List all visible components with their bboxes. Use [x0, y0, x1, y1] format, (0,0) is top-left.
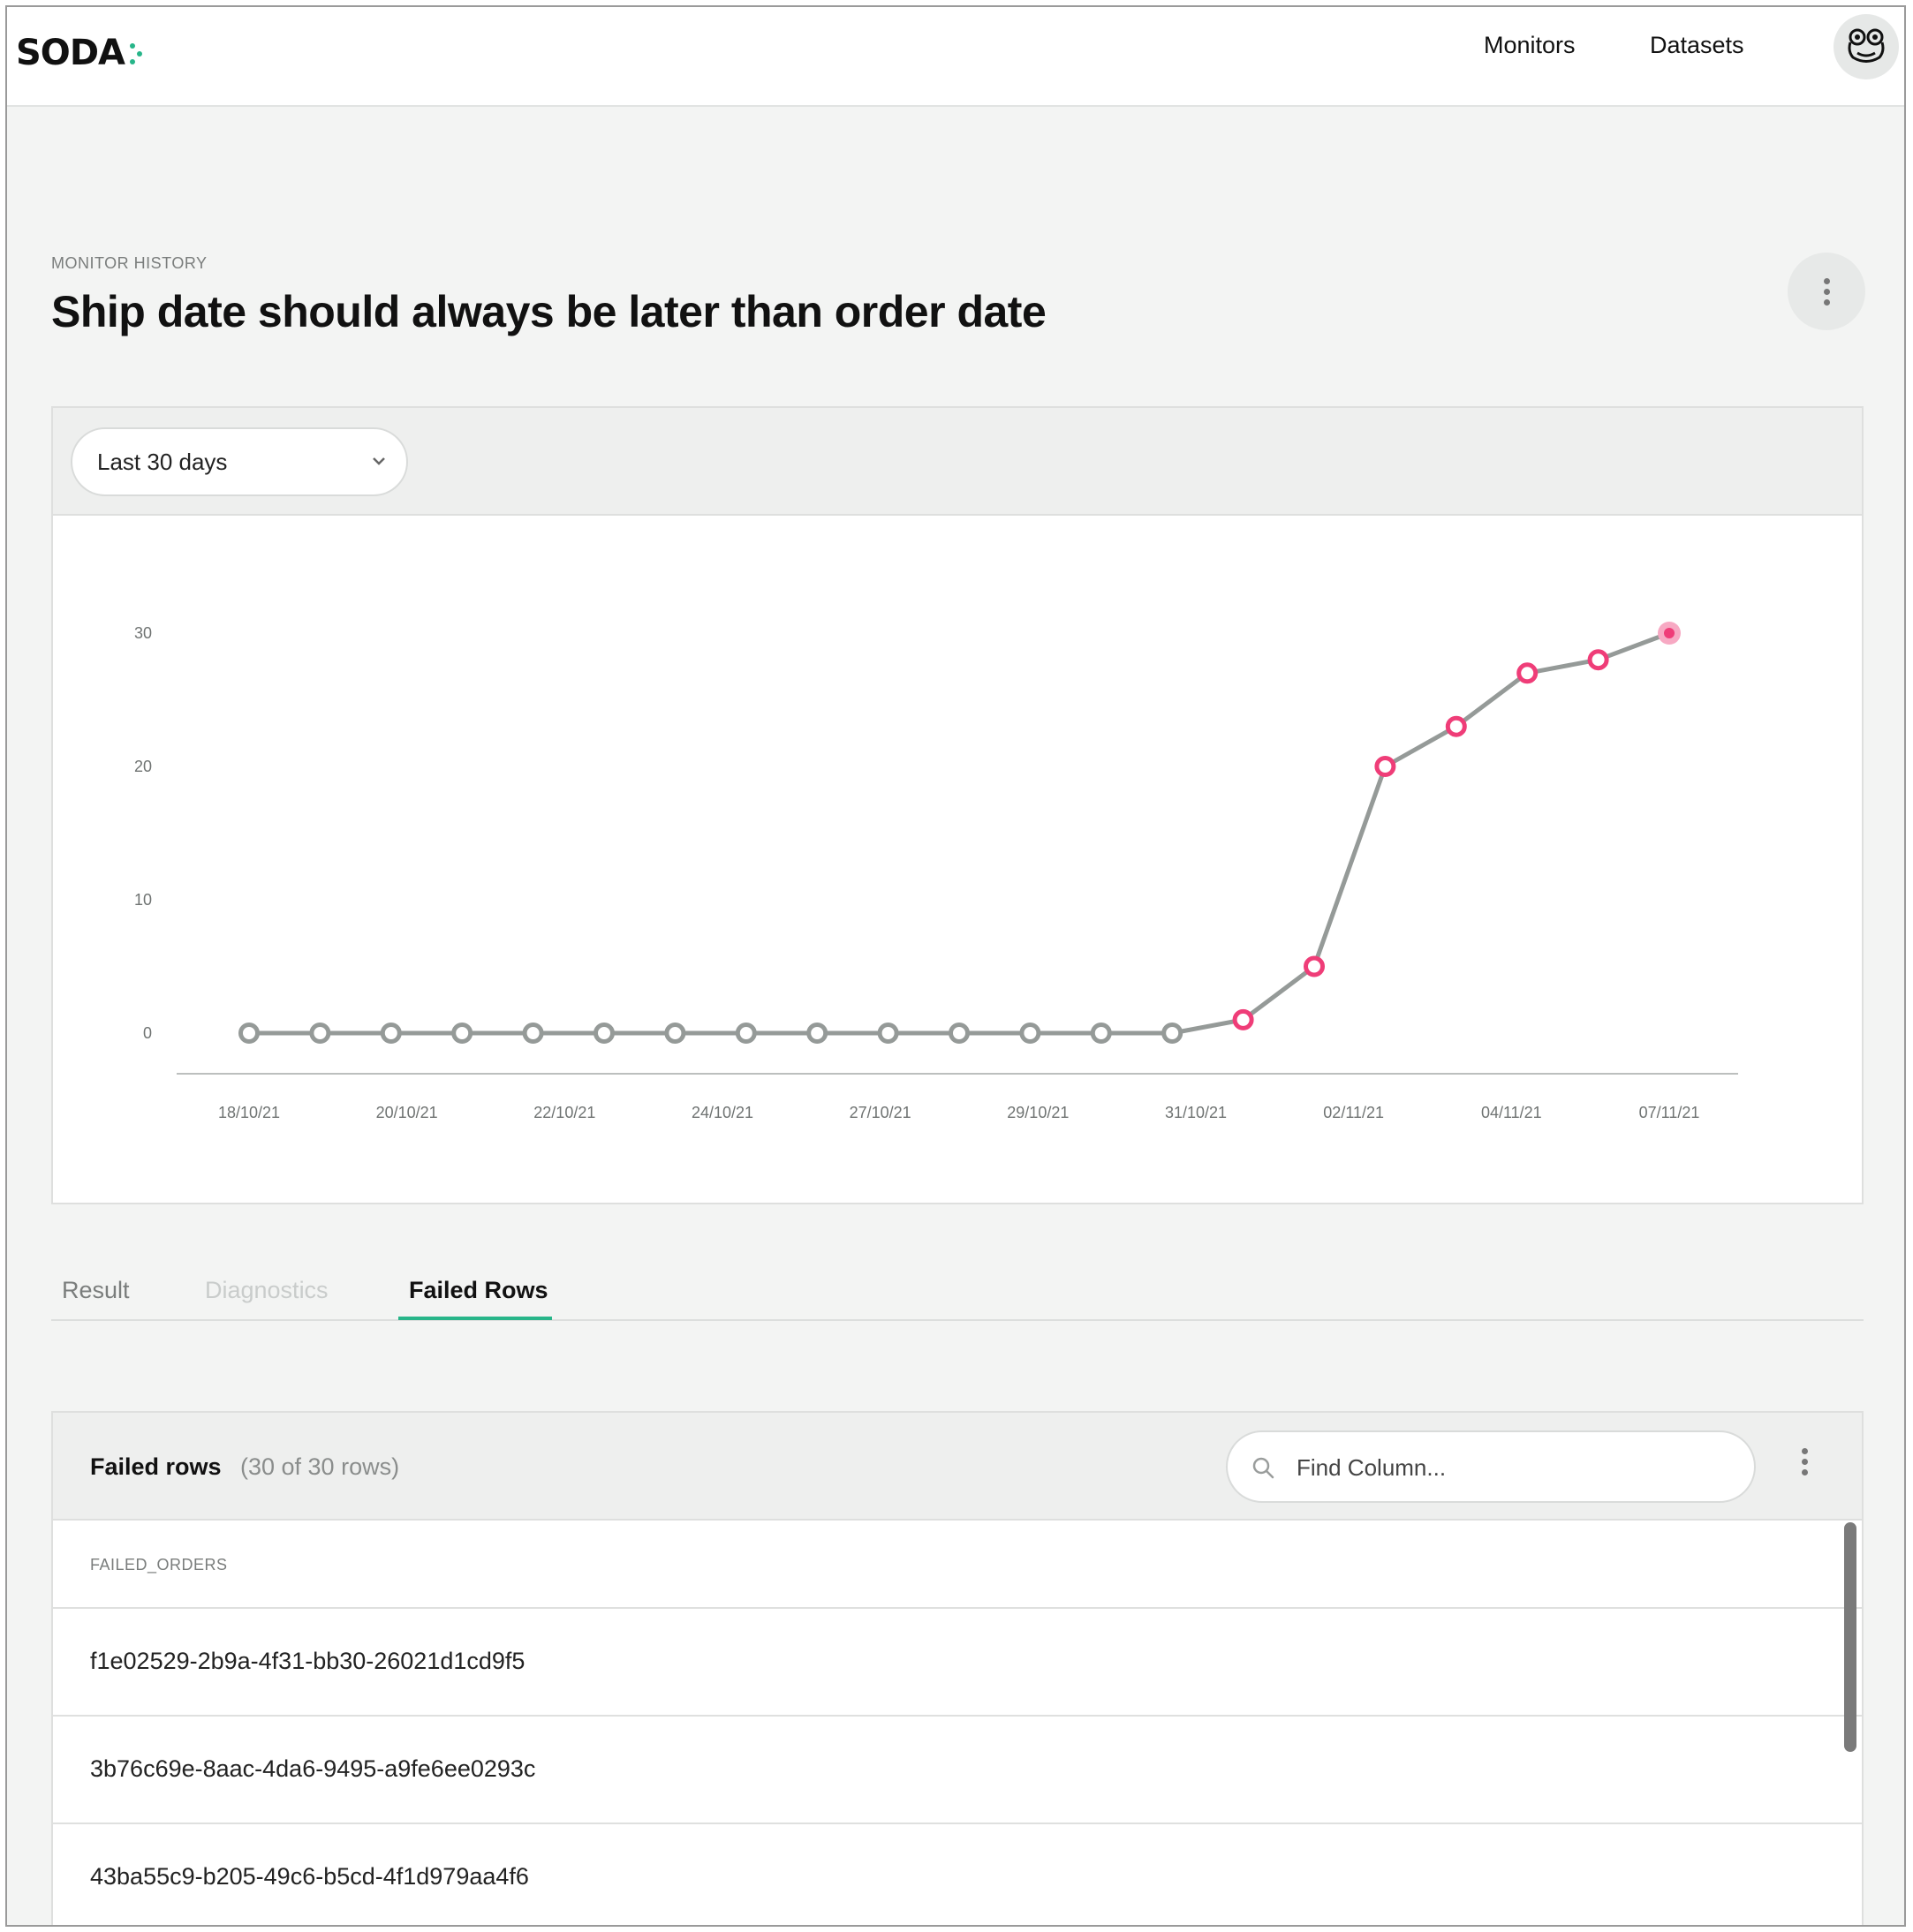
tab-diagnostics[interactable]: Diagnostics [205, 1277, 329, 1304]
y-tick-label: 10 [134, 891, 152, 909]
data-point-pass [949, 1023, 970, 1044]
data-point-pass [522, 1023, 544, 1044]
tab-result[interactable]: Result [62, 1277, 130, 1304]
table-cell: 43ba55c9-b205-49c6-b5cd-4f1d979aa4f6 [90, 1863, 529, 1890]
data-point-fail [1516, 662, 1539, 684]
x-tick-label: 20/10/21 [376, 1104, 438, 1121]
x-tick-label: 31/10/21 [1165, 1104, 1227, 1121]
x-tick-label: 02/11/21 [1323, 1104, 1384, 1121]
data-point-pass [1161, 1023, 1183, 1044]
data-point-pass [1019, 1023, 1041, 1044]
active-tab-indicator [398, 1317, 552, 1320]
data-point-pass [664, 1023, 686, 1044]
y-tick-label: 20 [134, 758, 152, 775]
table-row: 43ba55c9-b205-49c6-b5cd-4f1d979aa4f6 [53, 1824, 1862, 1925]
x-tick-label: 18/10/21 [218, 1104, 280, 1121]
user-avatar[interactable] [1834, 14, 1899, 79]
failed-rows-more-button[interactable] [1802, 1448, 1808, 1475]
table-scrollbar[interactable] [1844, 1522, 1856, 1752]
column-name-failed-orders: FAILED_ORDERS [90, 1556, 228, 1574]
data-point-pass [238, 1023, 260, 1044]
series-line [249, 630, 1670, 1036]
nav-datasets-link[interactable]: Datasets [1650, 32, 1744, 59]
x-tick-label: 07/11/21 [1639, 1104, 1700, 1121]
x-tick-label: 27/10/21 [850, 1104, 911, 1121]
kebab-vertical-icon [1802, 1448, 1808, 1475]
data-point-pass [735, 1023, 757, 1044]
x-tick-label: 04/11/21 [1481, 1104, 1542, 1121]
data-point-fail [1304, 955, 1325, 977]
chart-toolbar: Last 30 days [53, 408, 1862, 516]
data-point-pass [594, 1023, 615, 1044]
data-point-pass [309, 1023, 331, 1044]
failed-rows-card: Failed rows (30 of 30 rows) FAILED_ORDER… [51, 1411, 1864, 1925]
table-cell: f1e02529-2b9a-4f31-bb30-26021d1cd9f5 [90, 1648, 526, 1674]
monitor-history-chart-card: Last 30 days 0 10 20 30 18/10/21 20/10/21 22/1… [51, 406, 1864, 1204]
page-title: Ship date should always be later than or… [51, 287, 1047, 336]
table-row: f1e02529-2b9a-4f31-bb30-26021d1cd9f5 [53, 1609, 1862, 1717]
data-point-pass [877, 1023, 899, 1044]
app-window: SODA Monitors Datasets MONITOR HISTORY S… [5, 5, 1906, 1927]
data-point-pass [806, 1023, 828, 1044]
table-column-header: FAILED_ORDERS [53, 1521, 1862, 1609]
monitor-more-button[interactable] [1788, 253, 1865, 330]
y-tick-label: 30 [134, 624, 152, 642]
time-range-dropdown[interactable]: Last 30 days [71, 427, 408, 496]
page-eyebrow: MONITOR HISTORY [51, 254, 208, 272]
x-tick-label: 29/10/21 [1007, 1104, 1069, 1121]
top-navigation-bar: SODA Monitors Datasets [7, 7, 1904, 107]
failed-rows-title: Failed rows [90, 1453, 222, 1480]
data-point-fail [1587, 649, 1609, 671]
search-icon [1252, 1457, 1274, 1479]
find-column-search[interactable] [1226, 1430, 1756, 1503]
time-range-value: Last 30 days [97, 449, 228, 475]
monitor-tabs: Result Diagnostics Failed Rows [51, 1266, 1864, 1321]
data-point-pass [380, 1023, 402, 1044]
table-cell: 3b76c69e-8aac-4da6-9495-a9fe6ee0293c [90, 1755, 536, 1782]
x-tick-label: 22/10/21 [533, 1104, 595, 1121]
frog-avatar-icon [1848, 28, 1885, 63]
data-point-fail [1445, 715, 1467, 737]
tab-failed-rows[interactable]: Failed Rows [409, 1277, 548, 1304]
data-point-fail [1374, 756, 1396, 777]
data-point-pass [1090, 1023, 1112, 1044]
line-chart: 0 10 20 30 18/10/21 20/10/21 22/10/21 24/10/21 2… [134, 622, 1738, 1121]
soda-logo[interactable]: SODA [16, 26, 144, 79]
failed-rows-header: Failed rows (30 of 30 rows) [53, 1413, 1862, 1521]
y-tick-label: 0 [143, 1024, 152, 1042]
logo-dots-icon [126, 35, 144, 71]
x-tick-label: 24/10/21 [692, 1104, 753, 1121]
data-point-pass [451, 1023, 473, 1044]
data-point-fail [1232, 1008, 1254, 1030]
kebab-vertical-icon [1823, 277, 1830, 306]
find-column-input[interactable] [1295, 1446, 1722, 1489]
logo-text: SODA [16, 33, 125, 73]
chevron-down-icon [373, 457, 385, 465]
failed-rows-count: (30 of 30 rows) [240, 1453, 400, 1480]
table-row: 3b76c69e-8aac-4da6-9495-a9fe6ee0293c [53, 1717, 1862, 1824]
data-point-latest [1664, 628, 1675, 638]
nav-monitors-link[interactable]: Monitors [1484, 32, 1576, 59]
